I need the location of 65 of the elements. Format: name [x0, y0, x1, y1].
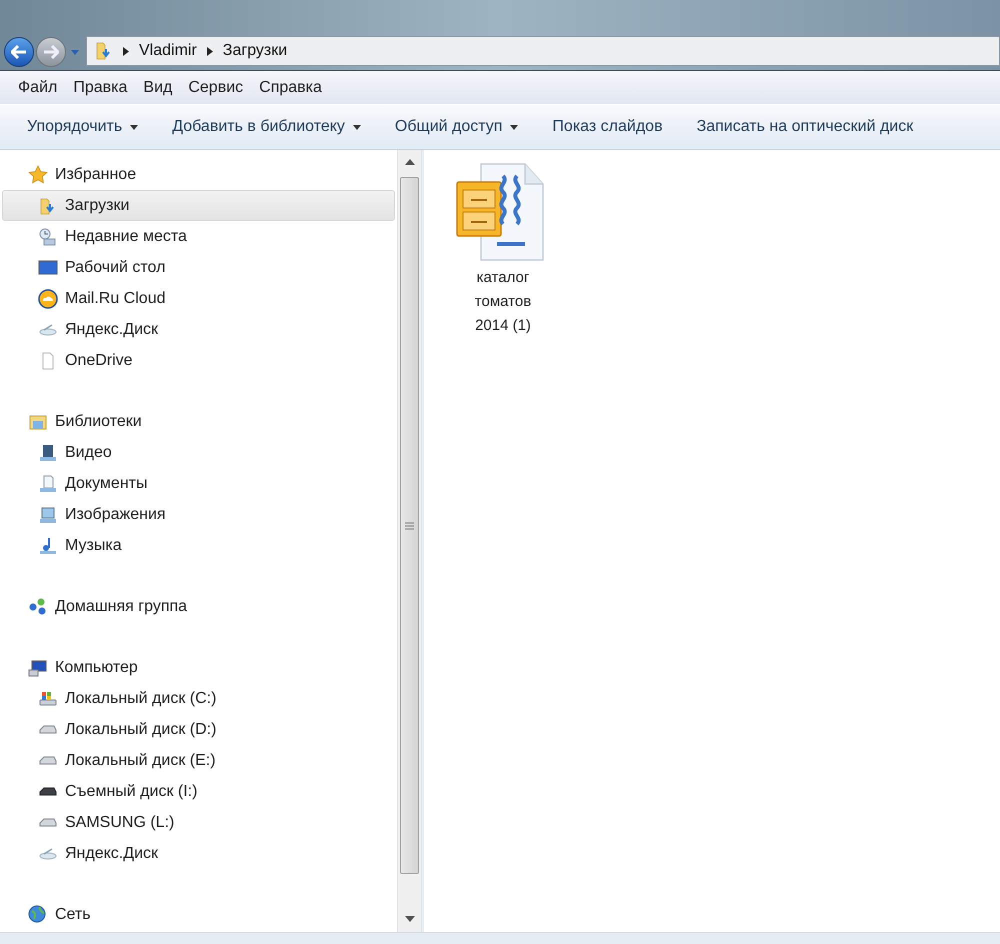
music-note-icon: [38, 536, 58, 556]
scrollbar[interactable]: [397, 150, 422, 932]
caret-icon: [510, 124, 518, 130]
hard-drive-icon: [38, 725, 58, 734]
chevron-right-icon: [123, 46, 129, 56]
recent-places-icon: [38, 226, 58, 246]
navigation-item[interactable]: Избранное: [2, 159, 395, 190]
breadcrumb-item[interactable]: Vladimir: [139, 39, 197, 63]
right-arrow-icon: [43, 45, 59, 59]
navigation-item[interactable]: SAMSUNG (L:): [2, 807, 395, 838]
navigation-item[interactable]: Сеть: [2, 899, 395, 930]
toolbar-button[interactable]: Общий доступ: [382, 110, 532, 144]
navigation-item[interactable]: Локальный диск (E:): [2, 745, 395, 776]
documents-library-icon: [38, 474, 58, 494]
navigation-item[interactable]: Музыка: [2, 530, 395, 561]
desktop-icon: [38, 258, 58, 278]
caret-icon: [71, 50, 79, 54]
scroll-up-icon[interactable]: [404, 159, 414, 165]
navigation-item[interactable]: Библиотеки: [2, 406, 395, 437]
address-field[interactable]: Vladimir Загрузки: [86, 36, 1000, 66]
navigation-item[interactable]: Изображения: [2, 499, 395, 530]
toolbar-button[interactable]: Упорядочить: [14, 110, 152, 144]
toolbar-button[interactable]: Добавить в библиотеку: [159, 110, 374, 144]
navigation-item[interactable]: Загрузки: [2, 190, 395, 221]
navigation-item[interactable]: OneDrive: [2, 345, 395, 376]
caret-icon: [352, 124, 361, 130]
navigation-item[interactable]: Локальный диск (C:): [2, 683, 395, 714]
computer-icon: [28, 658, 48, 678]
menu-item[interactable]: Вид: [135, 76, 180, 100]
navigation-item[interactable]: Съемный диск (I:): [2, 776, 395, 807]
menu-item[interactable]: Справка: [251, 76, 330, 100]
caret-icon: [130, 124, 138, 130]
video-library-icon: [38, 442, 58, 462]
left-arrow-icon: [11, 45, 27, 59]
hard-drive-icon: [38, 818, 58, 827]
navigation-item[interactable]: Яндекс.Диск: [2, 838, 395, 869]
globe-icon: [28, 904, 48, 924]
grip-icon: [405, 522, 414, 530]
forward-button[interactable]: [36, 37, 66, 67]
menu-item[interactable]: Файл: [10, 76, 66, 100]
menu-item[interactable]: Сервис: [180, 76, 252, 100]
navigation-item[interactable]: Mail.Ru Cloud: [2, 283, 395, 314]
back-button[interactable]: [4, 37, 34, 67]
breadcrumb-item[interactable]: Загрузки: [222, 39, 288, 63]
navigation-item[interactable]: Документы: [2, 468, 395, 499]
navigation-item[interactable]: Компьютер: [2, 652, 395, 683]
chevron-right-icon: [206, 46, 213, 56]
navigation-item[interactable]: Видео: [2, 437, 395, 468]
star-icon: [28, 164, 48, 184]
navigation-item[interactable]: Локальный диск (D:): [2, 714, 395, 745]
navigation-item[interactable]: Рабочий стол: [2, 252, 395, 283]
hard-drive-icon: [38, 756, 58, 765]
scrollbar-thumb[interactable]: [400, 177, 419, 874]
homegroup-icon: [28, 596, 48, 616]
menu-item[interactable]: Правка: [65, 76, 136, 100]
file-name[interactable]: каталог томатов 2014 (1): [458, 266, 548, 338]
removable-drive-icon: [38, 787, 58, 796]
pictures-library-icon: [38, 504, 58, 524]
toolbar-button[interactable]: Показ слайдов: [539, 110, 676, 144]
navigation-item[interactable]: Яндекс.Диск: [2, 314, 395, 345]
navigation-item[interactable]: Домашняя группа: [2, 591, 395, 622]
cloud-icon: [38, 288, 58, 308]
navigation-item[interactable]: Недавние места: [2, 221, 395, 252]
scroll-down-icon[interactable]: [404, 916, 414, 922]
toolbar-button[interactable]: Записать на оптический диск: [684, 110, 926, 144]
